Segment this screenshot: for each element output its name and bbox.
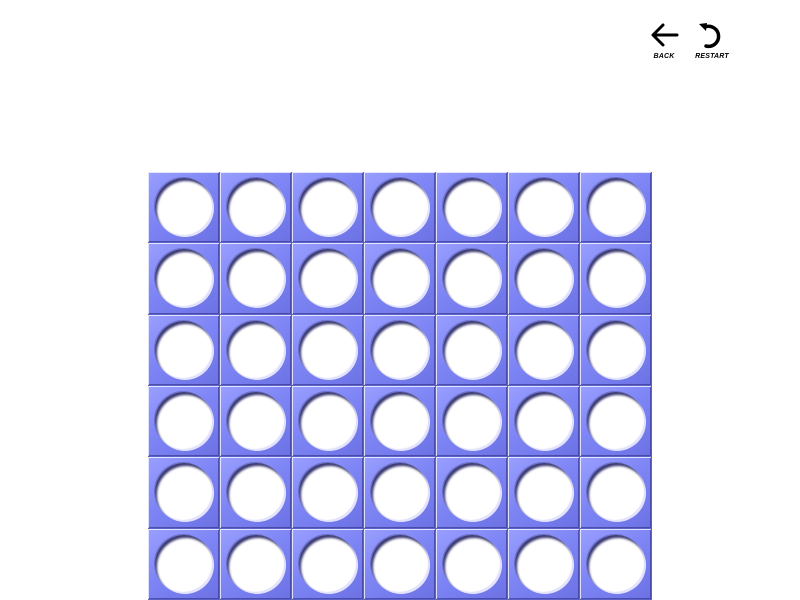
board-cell[interactable] (292, 385, 364, 458)
board-cell[interactable] (292, 528, 364, 600)
board-slot (226, 534, 285, 593)
board-cell[interactable] (436, 314, 508, 386)
board-cell[interactable] (580, 457, 652, 529)
board-slot (586, 463, 645, 522)
restart-button[interactable]: RESTART (692, 18, 732, 60)
game-board (148, 172, 653, 600)
board-slot (298, 463, 357, 522)
restart-label: RESTART (695, 53, 729, 60)
board-slot (154, 392, 213, 451)
board-cell[interactable] (220, 457, 292, 529)
board-slot (154, 320, 213, 379)
board-slot (442, 249, 501, 308)
board-slot (370, 249, 429, 308)
board-slot (586, 392, 645, 451)
board-slot (154, 178, 213, 237)
board-cell[interactable] (508, 243, 580, 315)
board-cell[interactable] (292, 243, 364, 315)
board-cell[interactable] (580, 243, 652, 315)
board-slot (298, 249, 357, 308)
board-slot (226, 320, 285, 379)
back-label: BACK (653, 53, 675, 60)
board-slot (514, 249, 573, 308)
board-cell[interactable] (292, 172, 364, 244)
board-cell[interactable] (436, 243, 508, 315)
board-slot (586, 249, 645, 308)
board-cell[interactable] (364, 457, 436, 529)
board-cell[interactable] (508, 528, 580, 600)
board-slot (226, 249, 285, 308)
board-slot (370, 320, 429, 379)
board-cell[interactable] (364, 528, 436, 600)
board-cell[interactable] (580, 385, 652, 458)
board-cell[interactable] (508, 385, 580, 458)
board-slot (298, 534, 357, 593)
board-cell[interactable] (364, 314, 436, 386)
board-slot (298, 178, 357, 237)
board-cell[interactable] (148, 457, 220, 529)
board-cell[interactable] (580, 314, 652, 386)
board-cell[interactable] (220, 172, 292, 244)
board-cell[interactable] (580, 528, 652, 600)
board-slot (586, 178, 645, 237)
board-cell[interactable] (508, 172, 580, 244)
board-cell[interactable] (364, 243, 436, 315)
board-slot (226, 178, 285, 237)
board-cell[interactable] (436, 528, 508, 600)
restart-icon (695, 18, 729, 52)
board-cell[interactable] (148, 314, 220, 386)
board-cell[interactable] (220, 314, 292, 386)
board-slot (514, 320, 573, 379)
board-slot (514, 178, 573, 237)
board-cell[interactable] (580, 172, 652, 244)
board-slot (442, 463, 501, 522)
board-cell[interactable] (220, 243, 292, 315)
board-slot (154, 249, 213, 308)
board-slot (370, 534, 429, 593)
board-cell[interactable] (148, 172, 220, 244)
board-slot (586, 320, 645, 379)
board-cell[interactable] (508, 457, 580, 529)
board-cell[interactable] (220, 385, 292, 458)
board-slot (442, 320, 501, 379)
board-cell[interactable] (436, 385, 508, 458)
board-slot (370, 392, 429, 451)
board-cell[interactable] (148, 243, 220, 315)
board-cell[interactable] (292, 457, 364, 529)
board-slot (514, 392, 573, 451)
board-slot (370, 178, 429, 237)
board-slot (370, 463, 429, 522)
board-slot (586, 534, 645, 593)
arrow-left-icon (647, 18, 681, 52)
board-cell[interactable] (292, 314, 364, 386)
back-button[interactable]: BACK (644, 18, 684, 60)
board-cell[interactable] (436, 172, 508, 244)
board-slot (442, 534, 501, 593)
board-cell[interactable] (364, 172, 436, 244)
board-slot (154, 463, 213, 522)
board-slot (442, 178, 501, 237)
board-slot (298, 392, 357, 451)
board-cell[interactable] (508, 314, 580, 386)
game-screen: BACK RESTART (0, 0, 800, 600)
board-cell[interactable] (148, 528, 220, 600)
board-slot (154, 534, 213, 593)
board-slot (298, 320, 357, 379)
board-slot (226, 392, 285, 451)
board-slot (514, 463, 573, 522)
board-cell[interactable] (220, 528, 292, 600)
board-slot (226, 463, 285, 522)
board-slot (514, 534, 573, 593)
board-cell[interactable] (364, 385, 436, 458)
board-cell[interactable] (148, 385, 220, 458)
game-controls: BACK RESTART (644, 18, 732, 60)
board-slot (442, 392, 501, 451)
board-cell[interactable] (436, 457, 508, 529)
